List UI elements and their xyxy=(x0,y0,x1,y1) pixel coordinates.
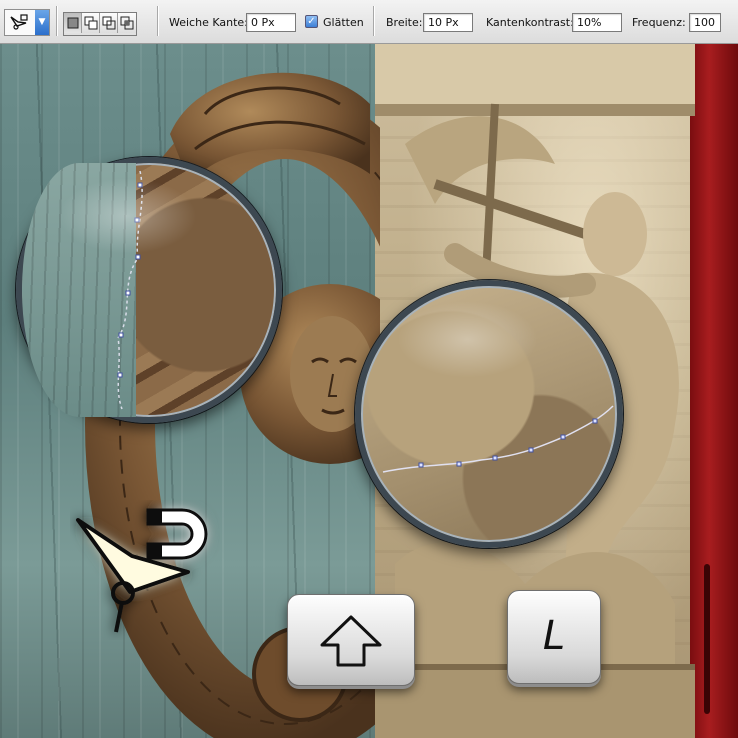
options-bar: ▼ Weiche Kante: 0 Px ✓ Glätten Breite: 1… xyxy=(0,0,738,44)
subtract-from-selection-icon xyxy=(102,16,116,30)
toolbar-divider xyxy=(157,6,158,36)
anchor-path-left xyxy=(117,170,143,410)
width-label: Breite: xyxy=(386,16,423,29)
selection-mode-group xyxy=(63,12,137,36)
frequency-label: Frequenz: xyxy=(632,16,686,29)
chevron-down-icon[interactable]: ▼ xyxy=(35,10,49,35)
l-key-label: L xyxy=(542,613,566,659)
contrast-label: Kantenkontrast: xyxy=(486,16,574,29)
magnetic-lasso-icon xyxy=(10,14,28,30)
magnifier-left xyxy=(16,157,282,423)
contrast-field[interactable]: 10% xyxy=(572,13,622,32)
l-key: L xyxy=(507,590,601,684)
antialias-checkbox[interactable]: ✓ xyxy=(305,15,318,28)
photo-canvas[interactable]: L ▼ Weiche Kante: 0 Px ✓ Glätten Breite:… xyxy=(0,0,738,738)
toolbar-divider xyxy=(56,6,57,36)
new-selection-button[interactable] xyxy=(64,13,82,33)
add-to-selection-icon xyxy=(84,16,98,30)
anchor-path-right xyxy=(382,405,614,473)
feather-label: Weiche Kante: xyxy=(169,16,248,29)
magnifier-right xyxy=(355,280,623,548)
toolbar-divider xyxy=(373,6,374,36)
tool-preset-picker[interactable]: ▼ xyxy=(4,9,50,36)
width-field[interactable]: 10 Px xyxy=(423,13,473,32)
feather-field[interactable]: 0 Px xyxy=(246,13,296,32)
shift-arrow-icon xyxy=(320,615,382,667)
new-selection-icon xyxy=(67,17,79,29)
add-to-selection-button[interactable] xyxy=(82,13,100,33)
antialias-label: Glätten xyxy=(323,16,364,29)
subtract-from-selection-button[interactable] xyxy=(100,13,118,33)
shift-key xyxy=(287,594,415,686)
intersect-selection-icon xyxy=(120,16,134,30)
magnetic-lasso-icon xyxy=(76,508,208,633)
intersect-selection-button[interactable] xyxy=(118,13,136,33)
frequency-field[interactable]: 100 xyxy=(689,13,721,32)
